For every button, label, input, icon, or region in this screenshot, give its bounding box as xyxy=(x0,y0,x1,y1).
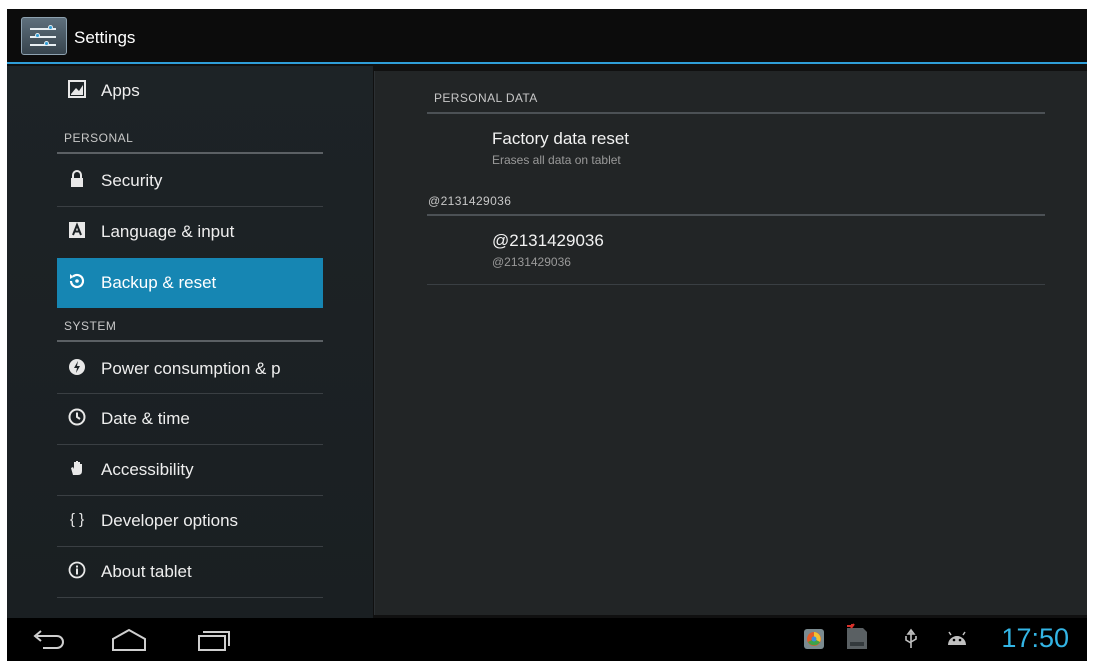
item-summary: @2131429036 xyxy=(492,255,571,269)
recents-icon[interactable] xyxy=(193,626,233,654)
sidebar-item-about-tablet[interactable]: About tablet xyxy=(57,547,323,597)
app-title: Settings xyxy=(74,28,136,47)
section-header-system: SYSTEM xyxy=(64,319,117,333)
info-icon xyxy=(67,561,87,581)
section-divider xyxy=(427,112,1045,114)
braces-icon: { } xyxy=(69,511,85,528)
list-divider xyxy=(427,284,1045,285)
section-header-personal-data: PERSONAL DATA xyxy=(434,91,538,105)
settings-category-list: Apps PERSONAL Security Language & input … xyxy=(7,66,373,618)
sidebar-item-power-consumption[interactable]: Power consumption & p xyxy=(57,344,323,394)
app-notification-icon[interactable] xyxy=(803,628,825,650)
settings-icon[interactable] xyxy=(21,17,67,55)
sidebar-item-accessibility[interactable]: Accessibility xyxy=(57,445,323,495)
sidebar-item-backup-reset[interactable]: Backup & reset xyxy=(57,258,323,308)
resource-item[interactable]: @2131429036 @2131429036 xyxy=(427,217,1045,283)
sidebar-item-label: About tablet xyxy=(101,562,192,581)
section-divider xyxy=(57,152,323,154)
sidebar-item-label: Language & input xyxy=(101,222,235,241)
system-navigation-bar: 17:50 xyxy=(7,618,1087,661)
sidebar-item-apps[interactable]: Apps xyxy=(57,66,323,116)
home-icon[interactable] xyxy=(107,626,151,654)
sidebar-item-security[interactable]: Security xyxy=(57,156,323,206)
status-clock[interactable]: 17:50 xyxy=(1001,623,1069,654)
sidebar-item-label: Backup & reset xyxy=(101,273,217,292)
back-icon[interactable] xyxy=(29,626,69,654)
factory-data-reset-item[interactable]: Factory data reset Erases all data on ta… xyxy=(427,115,1045,181)
backup-icon xyxy=(67,272,87,292)
apps-icon xyxy=(67,80,87,100)
sidebar-item-label: Accessibility xyxy=(101,460,194,479)
item-title: Factory data reset xyxy=(492,129,630,148)
clock-icon xyxy=(67,408,87,428)
sidebar-item-label: Apps xyxy=(101,81,140,100)
lock-icon xyxy=(67,170,87,190)
sidebar-item-label: Security xyxy=(101,171,163,190)
usb-icon[interactable] xyxy=(900,628,922,650)
tablet-screen: Settings Apps PERSONAL Security Language… xyxy=(7,9,1087,661)
section-divider xyxy=(427,214,1045,216)
sidebar-item-label: Power consumption & p xyxy=(101,359,281,378)
android-debug-icon[interactable] xyxy=(945,628,967,650)
action-bar: Settings xyxy=(7,9,1087,64)
list-divider xyxy=(57,597,323,598)
sidebar-item-label: Date & time xyxy=(101,409,190,428)
sd-card-icon[interactable] xyxy=(845,622,867,649)
detail-pane: PERSONAL DATA Factory data reset Erases … xyxy=(374,71,1087,615)
section-header-personal: PERSONAL xyxy=(64,131,134,145)
sidebar-item-language-input[interactable]: Language & input xyxy=(57,207,323,257)
item-title: @2131429036 xyxy=(492,231,604,250)
item-summary: Erases all data on tablet xyxy=(492,153,621,167)
sidebar-item-label: Developer options xyxy=(101,511,239,530)
power-icon xyxy=(67,358,87,378)
keyboard-icon xyxy=(67,221,87,241)
sidebar-item-date-time[interactable]: Date & time xyxy=(57,394,323,444)
sidebar-item-developer-options[interactable]: { } Developer options xyxy=(57,496,323,546)
section-header-resource: @2131429036 xyxy=(428,194,512,208)
hand-icon xyxy=(67,459,87,479)
section-divider xyxy=(57,340,323,342)
